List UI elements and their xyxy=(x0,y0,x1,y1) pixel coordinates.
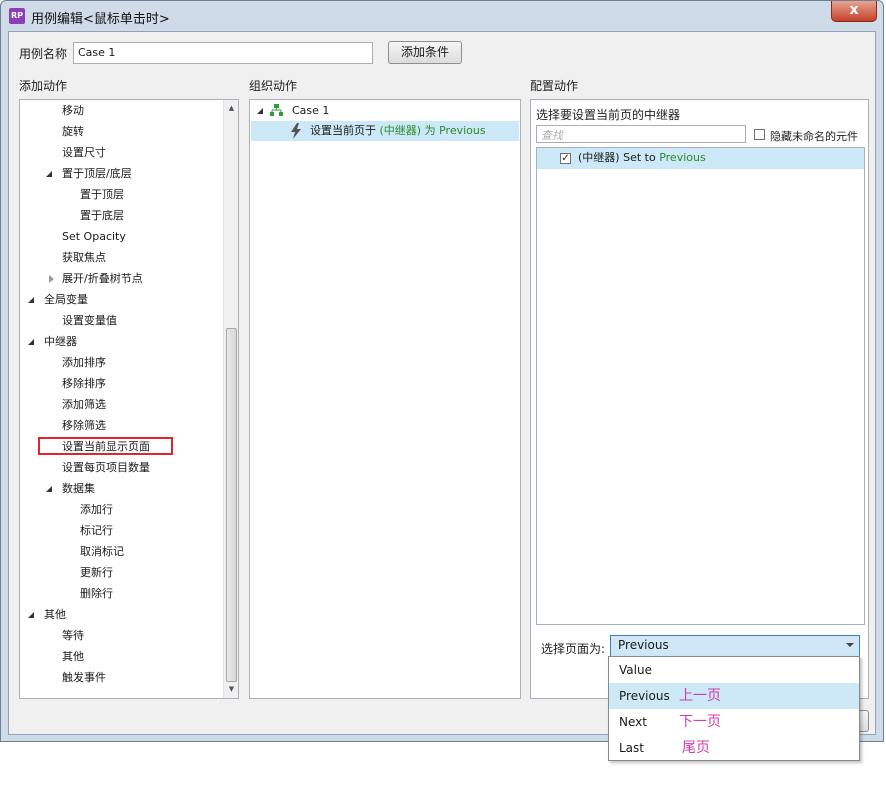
tree-item-focus[interactable]: 获取焦点 xyxy=(62,250,106,266)
page-select[interactable]: Previous xyxy=(610,635,860,657)
tree-item-items-per-page[interactable]: 设置每页项目数量 xyxy=(62,460,150,476)
item-target-text: (中继器) xyxy=(578,151,620,164)
expand-triangle-icon[interactable] xyxy=(257,108,263,114)
actions-tree-panel: 移动 旋转 设置尺寸 置于顶层/底层 置于顶层 置于底层 Set Opacity… xyxy=(19,99,239,699)
case-node[interactable]: Case 1 xyxy=(292,103,329,119)
highlight-annotation-box xyxy=(38,437,173,455)
tree-item-other[interactable]: 其他 xyxy=(62,649,84,665)
search-input[interactable]: 查找 xyxy=(536,125,746,143)
option-last-label: Last xyxy=(619,741,644,755)
page-options-dropdown: Value Previous 上一页 Next 下一页 Last 尾页 xyxy=(608,656,860,761)
tree-item-wait[interactable]: 等待 xyxy=(62,628,84,644)
tree-item-move[interactable]: 移动 xyxy=(62,103,84,119)
select-page-label: 选择页面为: xyxy=(541,642,606,656)
expand-triangle-icon[interactable] xyxy=(28,297,34,303)
action-target-text: (中继器) xyxy=(379,124,422,137)
tree-item-add-sort[interactable]: 添加排序 xyxy=(62,355,106,371)
repeater-item-checkbox[interactable]: ✓ xyxy=(560,153,571,164)
tree-item-repeater[interactable]: 中继器 xyxy=(44,334,77,350)
case-tree-icon xyxy=(270,104,283,116)
close-button[interactable]: x xyxy=(831,1,877,22)
option-value-label: Value xyxy=(619,663,652,677)
tree-item-set-variable[interactable]: 设置变量值 xyxy=(62,313,117,329)
scroll-down-arrow-icon[interactable]: ▼ xyxy=(224,682,238,696)
dialog-client: 用例名称 Case 1 添加条件 添加动作 组织动作 配置动作 移动 旋转 设置… xyxy=(8,31,876,735)
case-name-label: 用例名称 xyxy=(19,47,68,61)
option-previous-label: Previous xyxy=(619,689,670,703)
action-mid-text: 为 xyxy=(424,124,436,137)
collapsed-triangle-icon[interactable] xyxy=(49,275,54,283)
expand-triangle-icon[interactable] xyxy=(28,612,34,618)
option-next-note: 下一页 xyxy=(679,714,721,730)
option-previous-note: 上一页 xyxy=(679,688,721,704)
tree-item-bring-front-back[interactable]: 置于顶层/底层 xyxy=(62,166,132,182)
tree-item-rotate[interactable]: 旋转 xyxy=(62,124,84,140)
dialog-window: RP 用例编辑<鼠标单击时> x 用例名称 Case 1 添加条件 添加动作 组… xyxy=(0,0,884,742)
action-prefix-text: 设置当前页于 xyxy=(310,124,376,137)
organize-action-heading: 组织动作 xyxy=(249,79,298,93)
axure-app-icon: RP xyxy=(9,8,25,24)
tree-item-unmark[interactable]: 取消标记 xyxy=(80,544,124,560)
expand-triangle-icon[interactable] xyxy=(28,339,34,345)
tree-item-remove-filter[interactable]: 移除筛选 xyxy=(62,418,106,434)
tree-item-set-opacity[interactable]: Set Opacity xyxy=(62,229,126,245)
configure-heading: 选择要设置当前页的中继器 xyxy=(536,108,681,122)
window-title: 用例编辑<鼠标单击时> xyxy=(31,12,170,27)
configure-action-heading: 配置动作 xyxy=(530,79,579,93)
expand-triangle-icon[interactable] xyxy=(46,171,52,177)
option-previous[interactable]: Previous 上一页 xyxy=(609,683,859,709)
tree-item-bring-to-front[interactable]: 置于顶层 xyxy=(80,187,124,203)
case-name-input[interactable]: Case 1 xyxy=(73,42,373,64)
tree-item-mark-row[interactable]: 标记行 xyxy=(80,523,113,539)
option-next[interactable]: Next 下一页 xyxy=(609,709,859,735)
hide-unnamed-checkbox[interactable] xyxy=(754,129,765,140)
option-last[interactable]: Last 尾页 xyxy=(609,735,859,761)
repeater-list: ✓ (中继器) Set to Previous xyxy=(536,147,865,625)
lightning-icon xyxy=(291,123,301,139)
vertical-scrollbar[interactable]: ▲ ▼ xyxy=(223,100,238,698)
tree-item-update-row[interactable]: 更新行 xyxy=(80,565,113,581)
tree-item-remove-sort[interactable]: 移除排序 xyxy=(62,376,106,392)
option-value[interactable]: Value xyxy=(609,657,859,683)
title-bar: RP 用例编辑<鼠标单击时> x xyxy=(1,1,883,31)
add-condition-button[interactable]: 添加条件 xyxy=(388,41,462,64)
add-action-heading: 添加动作 xyxy=(19,79,68,93)
configure-actions-panel: 选择要设置当前页的中继器 查找 隐藏未命名的元件 ✓ (中继器) Set to … xyxy=(530,99,869,699)
tree-item-set-size[interactable]: 设置尺寸 xyxy=(62,145,106,161)
item-mid-text: Set to xyxy=(623,151,656,164)
tree-item-send-to-back[interactable]: 置于底层 xyxy=(80,208,124,224)
page-select-value: Previous xyxy=(618,638,669,652)
tree-item-fire-event[interactable]: 触发事件 xyxy=(62,670,106,686)
hide-unnamed-label: 隐藏未命名的元件 xyxy=(770,130,858,143)
tree-item-expand-collapse[interactable]: 展开/折叠树节点 xyxy=(62,271,143,287)
organize-actions-panel: Case 1 设置当前页于 (中继器) 为 Previous xyxy=(249,99,521,699)
repeater-item-label: (中继器) Set to Previous xyxy=(578,150,706,166)
tree-item-delete-row[interactable]: 删除行 xyxy=(80,586,113,602)
tree-item-dataset[interactable]: 数据集 xyxy=(62,481,95,497)
action-description[interactable]: 设置当前页于 (中继器) 为 Previous xyxy=(310,123,486,139)
expand-triangle-icon[interactable] xyxy=(46,486,52,492)
option-last-note: 尾页 xyxy=(682,740,710,756)
option-next-label: Next xyxy=(619,715,647,729)
tree-item-add-row[interactable]: 添加行 xyxy=(80,502,113,518)
tree-item-global-variables[interactable]: 全局变量 xyxy=(44,292,88,308)
tree-item-add-filter[interactable]: 添加筛选 xyxy=(62,397,106,413)
scroll-up-arrow-icon[interactable]: ▲ xyxy=(224,101,238,115)
scrollbar-thumb[interactable] xyxy=(226,328,237,682)
chevron-down-icon[interactable] xyxy=(846,643,854,647)
tree-item-other-group[interactable]: 其他 xyxy=(44,607,66,623)
action-value-text: Previous xyxy=(439,124,486,137)
item-value-text: Previous xyxy=(659,151,706,164)
